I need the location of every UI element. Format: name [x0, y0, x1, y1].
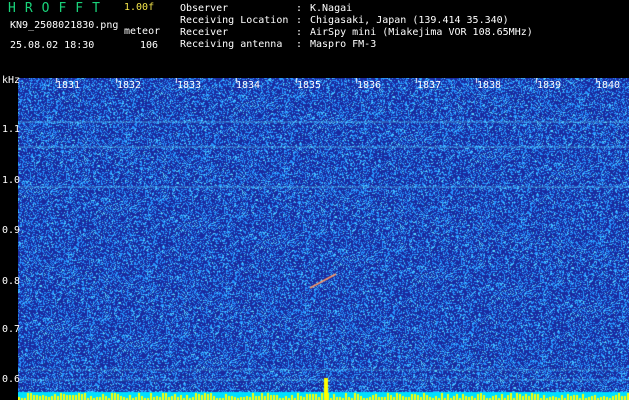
file-name: KN9_2508021830.png — [10, 20, 119, 31]
y-tick-label: 1.1 — [2, 124, 21, 135]
info-colon: : — [296, 15, 303, 26]
count-label: 106 — [140, 40, 159, 51]
info-key: Receiving antenna — [180, 39, 283, 50]
x-tick-label: 1839 — [537, 80, 562, 91]
info-key: Observer — [180, 3, 229, 14]
mode-label: meteor — [124, 26, 161, 37]
y-tick-label: 1.0 — [2, 175, 21, 186]
info-row-location: Receiving Location: Chigasaki, Japan (139… — [180, 15, 509, 27]
y-axis-unit: kHz — [2, 75, 21, 86]
version-label: 1.00f — [124, 2, 155, 13]
y-tick-label: 0.9 — [2, 225, 21, 236]
x-tick-label: 1840 — [596, 80, 621, 91]
info-value: Maspro FM-3 — [310, 39, 377, 50]
x-tick-label: 1833 — [177, 80, 202, 91]
y-tick-label: 0.6 — [2, 374, 21, 385]
y-tick-label: 0.7 — [2, 324, 21, 335]
x-tick-label: 1834 — [236, 80, 261, 91]
info-value: K.Nagai — [310, 3, 353, 14]
info-key: Receiver — [180, 27, 229, 38]
x-tick-label: 1835 — [297, 80, 322, 91]
x-tick-label: 1832 — [117, 80, 142, 91]
datetime-label: 25.08.02 18:30 — [10, 40, 95, 51]
info-row-receiver: Receiver: AirSpy mini (Miakejima VOR 108.… — [180, 27, 533, 39]
info-colon: : — [296, 27, 303, 38]
x-tick-label: 1836 — [357, 80, 382, 91]
x-tick-label: 1831 — [56, 80, 81, 91]
info-colon: : — [296, 3, 303, 14]
info-value: Chigasaki, Japan (139.414 35.340) — [310, 15, 509, 26]
info-key: Receiving Location — [180, 15, 289, 26]
spectrogram-plot — [18, 78, 629, 400]
x-tick-label: 1837 — [417, 80, 442, 91]
info-colon: : — [296, 39, 303, 50]
spectrogram-canvas — [18, 78, 629, 400]
info-row-antenna: Receiving antenna: Maspro FM-3 — [180, 39, 376, 51]
y-tick-label: 0.8 — [2, 276, 21, 287]
x-tick-label: 1838 — [477, 80, 502, 91]
header-panel: HROFFT 1.00f KN9_2508021830.png meteor 2… — [0, 0, 629, 76]
info-value: AirSpy mini (Miakejima VOR 108.65MHz) — [310, 27, 533, 38]
app-title: HROFFT — [8, 1, 109, 16]
info-row-observer: Observer: K.Nagai — [180, 3, 352, 15]
